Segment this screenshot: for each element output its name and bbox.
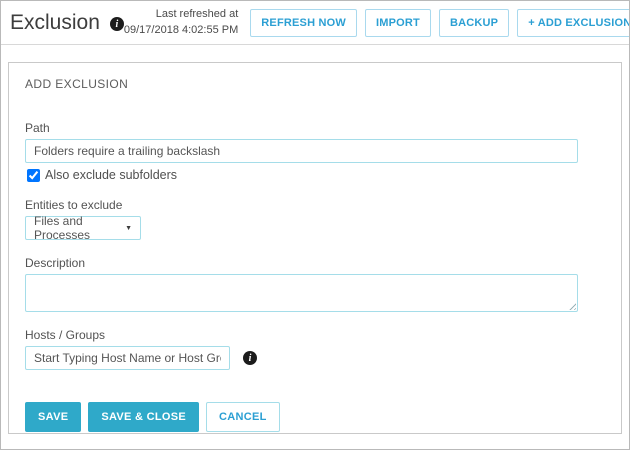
- subfolders-checkbox-label: Also exclude subfolders: [45, 168, 177, 182]
- import-button[interactable]: IMPORT: [365, 9, 431, 37]
- page-title: Exclusion: [10, 11, 100, 35]
- hosts-info-icon[interactable]: i: [243, 351, 257, 365]
- panel-title: ADD EXCLUSION: [25, 77, 605, 91]
- entities-select[interactable]: Files and Processes ▼: [25, 216, 141, 240]
- last-refreshed-line1: Last refreshed at: [124, 7, 238, 23]
- description-label: Description: [25, 256, 605, 270]
- cancel-button[interactable]: CANCEL: [206, 402, 280, 432]
- add-exclusion-panel: ADD EXCLUSION Path Also exclude subfolde…: [8, 62, 622, 434]
- hosts-input[interactable]: [25, 346, 230, 370]
- path-label: Path: [25, 121, 605, 135]
- info-icon[interactable]: i: [110, 17, 124, 31]
- subfolders-checkbox-row: Also exclude subfolders: [27, 168, 605, 182]
- hosts-label: Hosts / Groups: [25, 328, 605, 342]
- hosts-input-row: i: [25, 346, 605, 370]
- save-close-button[interactable]: SAVE & CLOSE: [88, 402, 199, 432]
- description-textarea[interactable]: [25, 274, 578, 312]
- entities-field: Entities to exclude Files and Processes …: [25, 198, 605, 240]
- header-actions: Last refreshed at 09/17/2018 4:02:55 PM …: [124, 7, 630, 39]
- description-field: Description: [25, 256, 605, 312]
- subfolders-checkbox[interactable]: [27, 169, 40, 182]
- form-actions: SAVE SAVE & CLOSE CANCEL: [25, 402, 605, 432]
- chevron-down-icon: ▼: [125, 225, 132, 232]
- path-input[interactable]: [25, 139, 578, 163]
- refresh-now-button[interactable]: REFRESH NOW: [250, 9, 357, 37]
- hosts-info-icon-glyph: i: [249, 353, 252, 364]
- description-textarea-wrap: [25, 274, 578, 312]
- entities-label: Entities to exclude: [25, 198, 605, 212]
- page-header: Exclusion i Last refreshed at 09/17/2018…: [1, 1, 629, 45]
- exclusion-page: Exclusion i Last refreshed at 09/17/2018…: [0, 0, 630, 450]
- entities-selected-value: Files and Processes: [34, 214, 125, 242]
- hosts-field: Hosts / Groups i: [25, 328, 605, 370]
- save-button[interactable]: SAVE: [25, 402, 81, 432]
- last-refreshed-line2: 09/17/2018 4:02:55 PM: [124, 23, 238, 39]
- info-icon-glyph: i: [116, 19, 119, 30]
- last-refreshed-text: Last refreshed at 09/17/2018 4:02:55 PM: [124, 7, 238, 39]
- backup-button[interactable]: BACKUP: [439, 9, 509, 37]
- page-title-group: Exclusion i: [10, 11, 124, 35]
- path-field: Path Also exclude subfolders: [25, 121, 605, 182]
- add-exclusion-button[interactable]: + ADD EXCLUSION: [517, 9, 630, 37]
